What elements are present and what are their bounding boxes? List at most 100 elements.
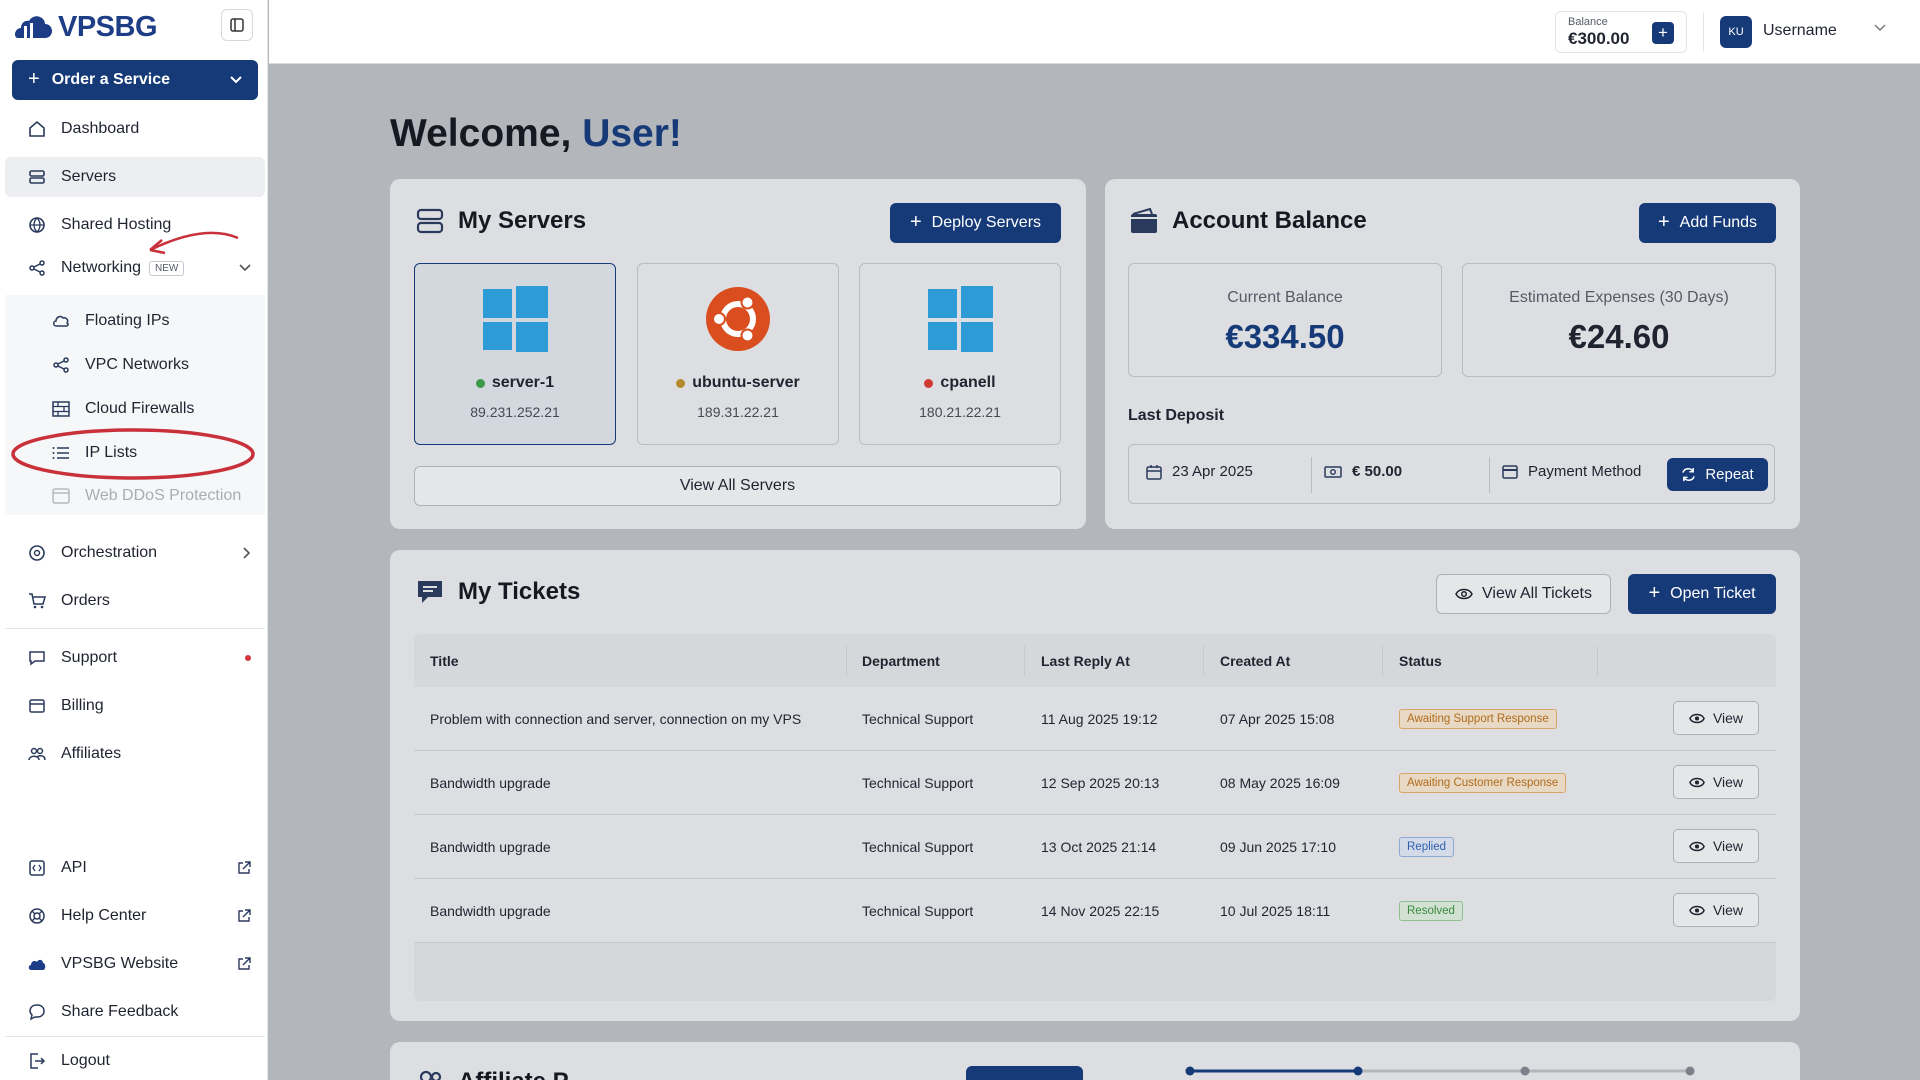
cloud-icon: [53, 315, 69, 327]
chevron-right-icon: [243, 547, 251, 559]
ticket-title[interactable]: Bandwidth upgrade: [430, 751, 551, 814]
sidebar-item-label: Servers: [61, 168, 117, 185]
ticket-last-reply: 11 Aug 2025 19:12: [1041, 710, 1158, 727]
server-card[interactable]: cpanell 180.21.22.21: [859, 263, 1061, 445]
ticket-department: Technical Support: [862, 710, 974, 727]
welcome-name: User!: [582, 112, 682, 155]
repeat-deposit-button[interactable]: Repeat: [1667, 458, 1768, 491]
plus-icon: +: [28, 67, 40, 90]
ticket-created: 10 Jul 2025 18:11: [1220, 902, 1331, 919]
username[interactable]: Username: [1763, 22, 1837, 40]
server-card[interactable]: server-1 89.231.252.21: [414, 263, 616, 445]
sidebar-subitem-web-ddos-protection: Web DDoS Protection: [5, 478, 265, 514]
view-ticket-button[interactable]: View: [1673, 765, 1759, 799]
tickets-title-text: My Tickets: [458, 578, 581, 605]
sidebar-subitem-vpc-networks[interactable]: VPC Networks: [5, 347, 265, 383]
view-ticket-button[interactable]: View: [1673, 893, 1759, 927]
ticket-title[interactable]: Bandwidth upgrade: [430, 815, 551, 878]
current-balance-card: Current Balance €334.50: [1128, 263, 1442, 377]
sidebar-item-api[interactable]: API: [5, 848, 265, 888]
deposit-amount: € 50.00: [1324, 463, 1402, 480]
sidebar-item-logout[interactable]: Logout: [5, 1041, 265, 1080]
progress-steps: [1185, 1066, 1695, 1076]
order-service-button[interactable]: + Order a Service: [12, 60, 258, 100]
windows-icon: [928, 286, 993, 352]
collapse-sidebar-button[interactable]: [221, 9, 253, 41]
sidebar-item-support[interactable]: Support: [5, 638, 265, 678]
sidebar-item-help-center[interactable]: Help Center: [5, 896, 265, 936]
server-name-text: ubuntu-server: [692, 374, 800, 391]
view-all-servers-button[interactable]: View All Servers: [414, 466, 1061, 506]
comment-icon: [29, 1004, 45, 1021]
plus-icon: +: [1648, 581, 1661, 604]
ticket-title[interactable]: Bandwidth upgrade: [430, 879, 551, 942]
external-link-icon: [238, 861, 251, 874]
balance-widget[interactable]: Balance €300.00 +: [1555, 11, 1687, 53]
view-all-tickets-button[interactable]: View All Tickets: [1436, 574, 1611, 614]
sidebar-subitem-ip-lists[interactable]: IP Lists: [5, 435, 265, 471]
view-ticket-button[interactable]: View: [1673, 829, 1759, 863]
sidebar-item-billing[interactable]: Billing: [5, 686, 265, 726]
windows-icon: [483, 286, 548, 352]
share-nodes-icon: [53, 357, 69, 373]
deploy-servers-button[interactable]: + Deploy Servers: [890, 203, 1061, 243]
view-ticket-button[interactable]: View: [1673, 701, 1759, 735]
sidebar-item-vpsbg-website[interactable]: VPSBG Website: [5, 944, 265, 984]
sidebar-subitem-label: Web DDoS Protection: [85, 487, 242, 504]
column-header[interactable]: Title: [430, 634, 459, 687]
sidebar-subitem-cloud-firewalls[interactable]: Cloud Firewalls: [5, 391, 265, 427]
open-ticket-button[interactable]: + Open Ticket: [1628, 574, 1776, 614]
external-link-icon: [238, 909, 251, 922]
avatar[interactable]: KU: [1720, 16, 1752, 48]
sidebar-subitem-floating-ips[interactable]: Floating IPs: [5, 303, 265, 339]
ticket-chat-icon: [418, 581, 442, 603]
chevron-down-icon[interactable]: [1874, 24, 1886, 32]
view-all-tickets-label: View All Tickets: [1482, 585, 1592, 602]
status-dot: [676, 378, 686, 388]
ticket-title[interactable]: Problem with connection and server, conn…: [430, 687, 801, 750]
balance-panel-title: Account Balance: [1130, 207, 1367, 235]
ticket-created: 07 Apr 2025 15:08: [1220, 710, 1335, 727]
sidebar-subitem-label: Cloud Firewalls: [85, 400, 195, 417]
server-card[interactable]: ubuntu-server 189.31.22.21: [637, 263, 839, 445]
sidebar-subitem-label: VPC Networks: [85, 356, 190, 373]
table-row[interactable]: Bandwidth upgrade Technical Support 12 S…: [414, 751, 1776, 815]
logo[interactable]: VPSBG: [14, 9, 254, 43]
new-badge: NEW: [149, 260, 185, 276]
ticket-department: Technical Support: [862, 902, 974, 919]
column-header[interactable]: Status: [1399, 634, 1442, 687]
sidebar-item-label: Affiliates: [61, 745, 122, 762]
column-header[interactable]: Department: [862, 634, 940, 687]
page-title: Welcome, User!: [390, 112, 682, 156]
column-divider: [846, 646, 847, 676]
table-footer: [414, 943, 1776, 1001]
add-balance-button[interactable]: +: [1652, 22, 1674, 44]
column-header[interactable]: Last Reply At: [1041, 634, 1130, 687]
sidebar-item-label: Orders: [61, 592, 110, 609]
table-row[interactable]: Bandwidth upgrade Technical Support 13 O…: [414, 815, 1776, 879]
sidebar-item-shared-hosting[interactable]: Shared Hosting: [5, 205, 265, 245]
table-row[interactable]: Problem with connection and server, conn…: [414, 687, 1776, 751]
server-ip: 89.231.252.21: [470, 404, 560, 420]
affiliate-title-text: Affiliate P: [458, 1068, 569, 1080]
server-icon: [416, 208, 444, 234]
list-icon: [52, 447, 69, 459]
sidebar-item-label: Help Center: [61, 907, 147, 924]
sidebar-item-orchestration[interactable]: Orchestration: [5, 533, 265, 573]
column-divider: [1203, 646, 1204, 676]
table-row[interactable]: Bandwidth upgrade Technical Support 14 N…: [414, 879, 1776, 943]
server-ip: 180.21.22.21: [919, 404, 1001, 420]
add-funds-button[interactable]: + Add Funds: [1639, 203, 1776, 243]
affiliate-action-button[interactable]: [966, 1066, 1083, 1080]
sidebar-item-affiliates[interactable]: Affiliates: [5, 734, 265, 774]
firewall-icon: [52, 401, 70, 417]
sidebar-item-dashboard[interactable]: Dashboard: [5, 109, 265, 149]
sidebar-item-networking[interactable]: Networking NEW: [5, 248, 265, 288]
sidebar-item-orders[interactable]: Orders: [5, 581, 265, 621]
current-balance-value: €334.50: [1225, 318, 1345, 355]
sidebar-item-share-feedback[interactable]: Share Feedback: [5, 992, 265, 1032]
sidebar-item-servers[interactable]: Servers: [5, 157, 265, 197]
cloud-logo-icon: [28, 959, 46, 970]
column-header[interactable]: Created At: [1220, 634, 1290, 687]
notification-dot: [245, 655, 251, 661]
